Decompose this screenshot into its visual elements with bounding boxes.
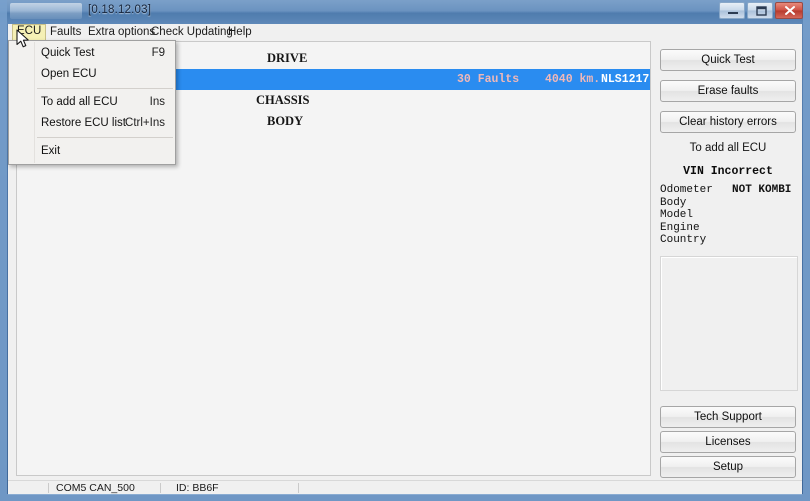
dropdown-item-restore-ecu-list-label: Restore ECU list (41, 117, 126, 129)
status-divider-1 (48, 483, 49, 493)
vehicle-info-odometer: Odometer NOT KOMBI (660, 184, 800, 197)
vehicle-info-body-label: Body (660, 196, 687, 209)
dropdown-item-restore-ecu-list[interactable]: Restore ECU list Ctrl+Ins (9, 113, 175, 134)
status-connection: COM5 CAN_500 (56, 482, 135, 494)
close-icon (785, 6, 795, 15)
minimize-icon (728, 12, 738, 14)
dropdown-item-quick-test[interactable]: Quick Test F9 (9, 43, 175, 64)
menu-help[interactable]: Help (224, 25, 256, 39)
ecu-fault-count: 30 Faults (457, 73, 520, 86)
dropdown-item-exit[interactable]: Exit (9, 141, 175, 162)
vehicle-info-body: Body (660, 197, 800, 210)
close-button[interactable] (775, 2, 803, 19)
add-all-ecu-label: To add all ECU (689, 142, 767, 154)
erase-faults-button[interactable]: Erase faults (660, 80, 796, 102)
dropdown-item-add-all-ecu-shortcut: Ins (149, 96, 165, 108)
dropdown-item-exit-label: Exit (41, 145, 61, 157)
menu-bar: ECU Faults Extra options Check Updating … (8, 24, 802, 41)
title-bar[interactable]: [0.18.12.03] (0, 0, 810, 24)
group-label-chassis: CHASSIS (256, 93, 310, 107)
quick-test-button[interactable]: Quick Test (660, 49, 796, 71)
vehicle-info-list: Odometer NOT KOMBI Body Model Engine Cou… (660, 184, 800, 247)
vehicle-info-model-label: Model (660, 209, 694, 222)
vehicle-info-country: Country (660, 234, 800, 247)
vehicle-info-engine-label: Engine (660, 221, 700, 234)
setup-button[interactable]: Setup (660, 456, 796, 478)
vehicle-info-model: Model (660, 209, 800, 222)
status-divider-2 (160, 483, 161, 493)
dropdown-separator-1 (37, 88, 173, 89)
clear-history-errors-button[interactable]: Clear history errors (660, 111, 796, 133)
ecu-dropdown-menu[interactable]: Quick Test F9 Open ECU To add all ECU In… (8, 40, 176, 165)
tech-support-button[interactable]: Tech Support (660, 406, 796, 428)
group-label-drive: DRIVE (267, 51, 308, 65)
vehicle-info-engine: Engine (660, 222, 800, 235)
licenses-button[interactable]: Licenses (660, 431, 796, 453)
maximize-button[interactable] (747, 2, 773, 19)
status-device-id: ID: BB6F (176, 482, 219, 494)
dropdown-item-quick-test-label: Quick Test (41, 47, 95, 59)
dropdown-item-open-ecu-label: Open ECU (41, 68, 97, 80)
title-bar-glow (10, 3, 82, 19)
status-divider-3 (298, 483, 299, 493)
application-window: [0.18.12.03] ECU Faults Extra options Ch… (0, 0, 810, 501)
vehicle-info-country-label: Country (660, 234, 707, 247)
menu-faults[interactable]: Faults (46, 25, 85, 39)
dropdown-item-add-all-ecu[interactable]: To add all ECU Ins (9, 92, 175, 113)
side-panel: Quick Test Erase faults Clear history er… (654, 41, 802, 478)
vehicle-info-odometer-value: NOT KOMBI (732, 184, 792, 196)
vehicle-info-odometer-label: Odometer (660, 184, 713, 196)
dropdown-separator-2 (37, 137, 173, 138)
status-bar: COM5 CAN_500 ID: BB6F (8, 480, 802, 495)
dropdown-item-open-ecu[interactable]: Open ECU (9, 64, 175, 85)
menu-ecu[interactable]: ECU (12, 24, 47, 41)
dropdown-item-restore-ecu-list-shortcut: Ctrl+Ins (125, 117, 165, 129)
minimize-button[interactable] (719, 2, 745, 19)
ecu-code: NLS1217 (601, 73, 650, 86)
group-label-body: BODY (267, 114, 304, 128)
window-title: [0.18.12.03] (88, 4, 152, 16)
ecu-odometer: 4040 km. (545, 73, 601, 86)
maximize-icon (756, 6, 767, 16)
details-output-box[interactable] (660, 256, 798, 391)
dropdown-item-quick-test-shortcut: F9 (151, 47, 165, 59)
vin-status-label: VIN Incorrect (683, 165, 773, 178)
dropdown-item-add-all-ecu-label: To add all ECU (41, 96, 118, 108)
